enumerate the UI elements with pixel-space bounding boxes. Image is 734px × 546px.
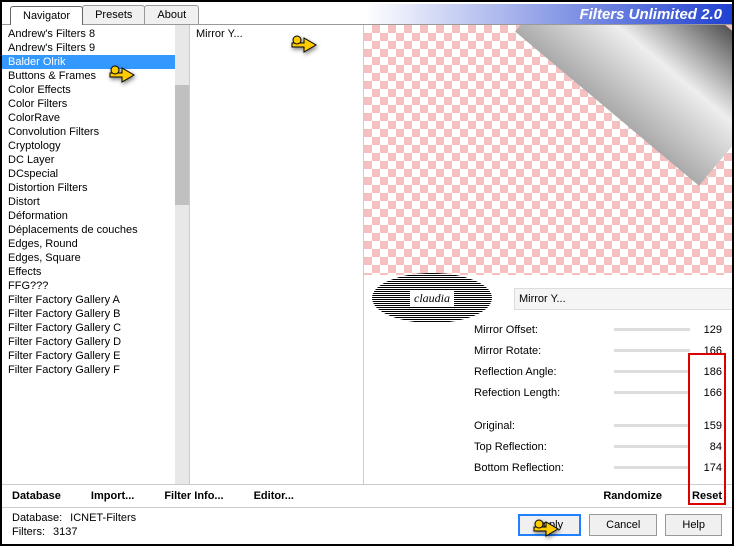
cancel-button[interactable]: Cancel: [589, 514, 657, 536]
filters-count-value: 3137: [53, 526, 77, 538]
parameter-list: Mirror Offset: 129 Mirror Rotate: 166 Reflec…: [364, 311, 732, 478]
help-button[interactable]: Help: [665, 514, 722, 536]
param-row: Mirror Rotate: 166: [474, 340, 726, 361]
category-item[interactable]: FFG???: [2, 279, 175, 293]
param-value: 174: [690, 462, 726, 474]
category-item[interactable]: Filter Factory Gallery E: [2, 349, 175, 363]
category-item[interactable]: Effects: [2, 265, 175, 279]
category-item[interactable]: ColorRave: [2, 111, 175, 125]
param-value: 166: [690, 387, 726, 399]
db-label: Database:: [12, 512, 62, 524]
category-item[interactable]: Color Filters: [2, 97, 175, 111]
category-item[interactable]: Edges, Round: [2, 237, 175, 251]
param-slider[interactable]: [614, 466, 690, 469]
editor-button[interactable]: Editor...: [254, 490, 294, 502]
footer-info: Database: ICNET-Filters Filters: 3137: [12, 512, 136, 538]
category-item[interactable]: DCspecial: [2, 167, 175, 181]
category-item[interactable]: Déformation: [2, 209, 175, 223]
import-button[interactable]: Import...: [91, 490, 134, 502]
category-scrollbar[interactable]: [175, 25, 189, 484]
param-slider[interactable]: [614, 391, 690, 394]
database-button[interactable]: Database: [12, 490, 61, 502]
param-value: 166: [690, 345, 726, 357]
current-filter-name: Mirror Y...: [514, 288, 732, 310]
reset-button[interactable]: Reset: [692, 490, 722, 502]
tab-navigator[interactable]: Navigator: [10, 6, 83, 25]
filter-list-item[interactable]: Mirror Y...: [196, 27, 357, 41]
category-item[interactable]: Filter Factory Gallery C: [2, 321, 175, 335]
preview-image: [364, 25, 732, 275]
param-slider[interactable]: [614, 349, 690, 352]
category-item[interactable]: Filter Factory Gallery A: [2, 293, 175, 307]
filter-list-panel: Mirror Y...: [190, 25, 364, 484]
category-item[interactable]: DC Layer: [2, 153, 175, 167]
tab-bar: Navigator Presets About: [10, 5, 198, 24]
param-value: 159: [690, 420, 726, 432]
watermark-badge: claudia: [372, 273, 492, 323]
param-slider[interactable]: [614, 445, 690, 448]
param-label: Top Reflection:: [474, 441, 614, 453]
category-item[interactable]: Filter Factory Gallery D: [2, 335, 175, 349]
category-item[interactable]: Convolution Filters: [2, 125, 175, 139]
filters-count-label: Filters:: [12, 526, 45, 538]
category-item[interactable]: Filter Factory Gallery B: [2, 307, 175, 321]
param-row: Reflection Angle: 186: [474, 361, 726, 382]
app-title: Filters Unlimited 2.0: [579, 6, 722, 23]
category-item[interactable]: Edges, Square: [2, 251, 175, 265]
title-bar: Filters Unlimited 2.0: [208, 4, 732, 24]
toolbar: Database Import... Filter Info... Editor…: [2, 484, 732, 508]
param-row: Top Reflection: 84: [474, 436, 726, 457]
category-item[interactable]: Buttons & Frames: [2, 69, 175, 83]
category-item[interactable]: Distort: [2, 195, 175, 209]
param-value: 129: [690, 324, 726, 336]
tab-about[interactable]: About: [144, 5, 199, 24]
param-label: Refection Length:: [474, 387, 614, 399]
category-item[interactable]: Andrew's Filters 9: [2, 41, 175, 55]
filter-info-button[interactable]: Filter Info...: [164, 490, 223, 502]
footer: Database: ICNET-Filters Filters: 3137 Appl…: [2, 508, 732, 542]
param-value: 186: [690, 366, 726, 378]
param-row: Refection Length: 166: [474, 382, 726, 403]
param-label: Original:: [474, 420, 614, 432]
db-value: ICNET-Filters: [70, 512, 136, 524]
category-item[interactable]: Balder Olrik: [2, 55, 175, 69]
param-row: Original: 159: [474, 415, 726, 436]
randomize-button[interactable]: Randomize: [603, 490, 662, 502]
category-item[interactable]: Filter Factory Gallery F: [2, 363, 175, 377]
category-item[interactable]: Déplacements de couches: [2, 223, 175, 237]
apply-button[interactable]: Apply: [518, 514, 582, 536]
tab-presets[interactable]: Presets: [82, 5, 145, 24]
preview-content: [515, 25, 732, 186]
category-list[interactable]: Andrew's Filters 8Andrew's Filters 9Bald…: [2, 25, 175, 484]
param-label: Mirror Rotate:: [474, 345, 614, 357]
scroll-thumb[interactable]: [175, 85, 189, 205]
param-label: Bottom Reflection:: [474, 462, 614, 474]
param-row: Mirror Offset: 129: [474, 319, 726, 340]
category-panel: Andrew's Filters 8Andrew's Filters 9Bald…: [2, 25, 190, 484]
param-value: 84: [690, 441, 726, 453]
param-slider[interactable]: [614, 424, 690, 427]
param-label: Mirror Offset:: [474, 324, 614, 336]
param-label: Reflection Angle:: [474, 366, 614, 378]
category-item[interactable]: Cryptology: [2, 139, 175, 153]
category-item[interactable]: Color Effects: [2, 83, 175, 97]
category-item[interactable]: Andrew's Filters 8: [2, 27, 175, 41]
param-slider[interactable]: [614, 328, 690, 331]
watermark-text: claudia: [410, 291, 454, 306]
param-slider[interactable]: [614, 370, 690, 373]
param-row: Bottom Reflection: 174: [474, 457, 726, 478]
category-item[interactable]: Distortion Filters: [2, 181, 175, 195]
preview-panel: Mirror Y... Mirror Offset: 129 Mirror Rota…: [364, 25, 732, 484]
